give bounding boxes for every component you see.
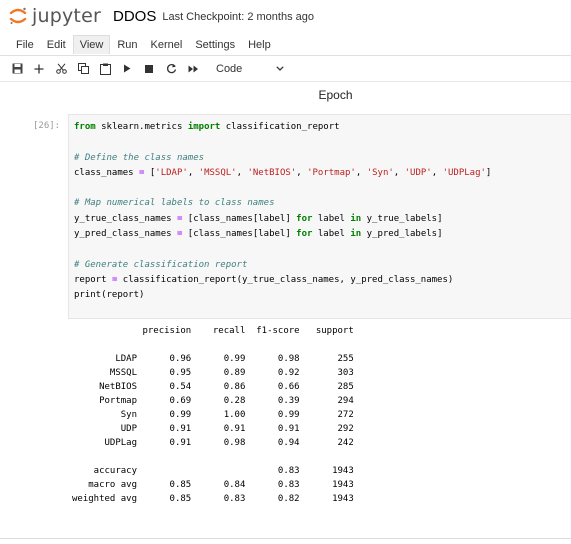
code-editor[interactable]: from sklearn.metrics import classificati…	[69, 115, 571, 304]
report-summary-row: weighted avg 0.85 0.83 0.82 1943	[72, 494, 354, 504]
notebook-toolbar: Code	[0, 56, 571, 82]
cell-input[interactable]: from sklearn.metrics import classificati…	[68, 114, 571, 319]
report-row: MSSQL 0.95 0.89 0.92 303	[72, 368, 354, 378]
copy-icon	[77, 63, 89, 74]
report-row: LDAP 0.96 0.99 0.98 255	[72, 354, 354, 364]
stop-button[interactable]	[138, 59, 160, 79]
app-header: jupyter DDOS Last Checkpoint: 2 months a…	[0, 0, 571, 32]
save-button[interactable]	[6, 59, 28, 79]
cut-icon	[55, 63, 67, 74]
run-icon	[124, 64, 131, 73]
menu-bar: File Edit View Run Kernel Settings Help	[0, 34, 571, 56]
stop-icon	[145, 64, 153, 73]
report-row: UDP 0.91 0.91 0.91 292	[72, 424, 354, 434]
cell-divider	[0, 538, 571, 539]
menu-run[interactable]: Run	[111, 36, 143, 54]
code-line: # Define the class names	[74, 152, 205, 163]
restart-icon	[166, 64, 176, 74]
save-icon	[12, 63, 22, 74]
checkpoint-status: Last Checkpoint: 2 months ago	[162, 11, 314, 23]
report-row: Syn 0.99 1.00 0.99 272	[72, 410, 354, 420]
jupyter-wordmark: jupyter	[32, 5, 101, 27]
paste-icon	[99, 63, 111, 75]
fast-forward-icon	[188, 65, 198, 72]
add-icon	[34, 64, 44, 73]
menu-settings[interactable]: Settings	[189, 36, 241, 54]
chevron-down-icon	[276, 66, 284, 71]
cut-button[interactable]	[50, 59, 72, 79]
run-button[interactable]	[116, 59, 138, 79]
copy-button[interactable]	[72, 59, 94, 79]
cell-output: precision recall f1-score support LDAP 0…	[68, 324, 571, 519]
cell-prompt: [26]:	[33, 121, 61, 131]
code-line: from sklearn.metrics import classificati…	[74, 122, 340, 132]
report-summary-row: macro avg 0.85 0.84 0.83 1943	[72, 480, 354, 490]
code-line: # Generate classification report	[74, 259, 248, 270]
code-line: report = classification_report(y_true_cl…	[74, 274, 454, 285]
menu-help[interactable]: Help	[242, 36, 277, 54]
report-summary-row: accuracy 0.83 1943	[72, 466, 354, 476]
menu-view[interactable]: View	[72, 35, 111, 54]
code-line: y_pred_class_names = [class_names[label]…	[74, 229, 443, 240]
classification-report: precision recall f1-score support LDAP 0…	[68, 324, 571, 506]
jupyter-logo-icon	[8, 6, 28, 26]
report-row: NetBIOS 0.54 0.86 0.66 285	[72, 382, 354, 392]
cell-type-select[interactable]: Code	[208, 60, 286, 78]
jupyter-logo[interactable]: jupyter	[8, 5, 101, 27]
report-row: Portmap 0.69 0.28 0.39 294	[72, 396, 354, 406]
code-line: class_names = ['LDAP', 'MSSQL', 'NetBIOS…	[74, 167, 492, 178]
restart-button[interactable]	[160, 59, 182, 79]
report-row: UDPLag 0.91 0.98 0.94 242	[72, 438, 354, 448]
cell-type-value: Code	[216, 62, 243, 75]
paste-button[interactable]	[94, 59, 116, 79]
menu-edit[interactable]: Edit	[41, 36, 72, 54]
code-line: print(report)	[74, 290, 145, 301]
report-header-row: precision recall f1-score support	[72, 326, 354, 336]
menu-kernel[interactable]: Kernel	[145, 36, 189, 54]
code-line: # Map numerical labels to class names	[74, 198, 275, 209]
restart-run-all-button[interactable]	[182, 59, 204, 79]
code-line: y_true_class_names = [class_names[label]…	[74, 213, 443, 224]
notebook-name[interactable]: DDOS	[113, 8, 156, 25]
menu-file[interactable]: File	[10, 36, 40, 54]
add-cell-button[interactable]	[28, 59, 50, 79]
section-heading: Epoch	[318, 88, 353, 102]
